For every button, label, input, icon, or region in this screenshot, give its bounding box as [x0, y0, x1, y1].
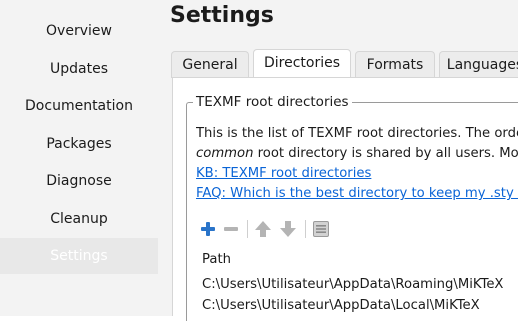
- sidebar-item-cleanup[interactable]: Cleanup: [0, 201, 158, 237]
- table-row[interactable]: C:\Users\Utilisateur\AppData\Roaming\MiK…: [196, 275, 518, 295]
- kb-link[interactable]: KB: TEXMF root directories: [196, 166, 371, 181]
- description-line-2: common root directory is shared by all u…: [196, 144, 518, 164]
- tab-formats[interactable]: Formats: [355, 51, 435, 78]
- group-title: TEXMF root directories: [193, 94, 352, 110]
- properties-icon[interactable]: [309, 217, 333, 241]
- sidebar-item-settings[interactable]: Settings: [0, 238, 158, 274]
- sidebar-item-documentation[interactable]: Documentation: [0, 88, 158, 124]
- description: This is the list of TEXMF root directori…: [196, 124, 518, 204]
- sidebar-item-packages[interactable]: Packages: [0, 126, 158, 162]
- faq-link[interactable]: FAQ: Which is the best directory to keep…: [196, 186, 518, 201]
- tab-panel: TEXMF root directories This is the list …: [172, 77, 518, 321]
- move-up-icon[interactable]: [251, 217, 275, 241]
- description-line-1: This is the list of TEXMF root directori…: [196, 126, 518, 141]
- move-down-icon[interactable]: [276, 217, 300, 241]
- description-rest: root directory is shared by all users. M…: [253, 146, 518, 161]
- add-icon[interactable]: [196, 217, 220, 241]
- table-row[interactable]: C:\Users\Utilisateur\AppData\Local\MiKTe…: [196, 296, 518, 316]
- remove-icon[interactable]: [219, 217, 243, 241]
- path-column-header[interactable]: Path: [196, 250, 518, 270]
- toolbar-separator: [247, 220, 248, 238]
- description-italic: common: [196, 146, 254, 161]
- toolbar-separator: [305, 220, 306, 238]
- tab-languages[interactable]: Languages: [439, 51, 518, 78]
- tab-general[interactable]: General: [171, 51, 249, 78]
- sidebar: Overview Updates Documentation Packages …: [0, 0, 165, 316]
- main-content: Settings General Directories Formats Lan…: [165, 0, 518, 321]
- page-title: Settings: [170, 3, 274, 28]
- tab-directories[interactable]: Directories: [253, 49, 351, 78]
- toolbar: [196, 217, 396, 241]
- sidebar-item-updates[interactable]: Updates: [0, 51, 158, 87]
- sidebar-item-diagnose[interactable]: Diagnose: [0, 163, 158, 199]
- sidebar-item-overview[interactable]: Overview: [0, 13, 158, 49]
